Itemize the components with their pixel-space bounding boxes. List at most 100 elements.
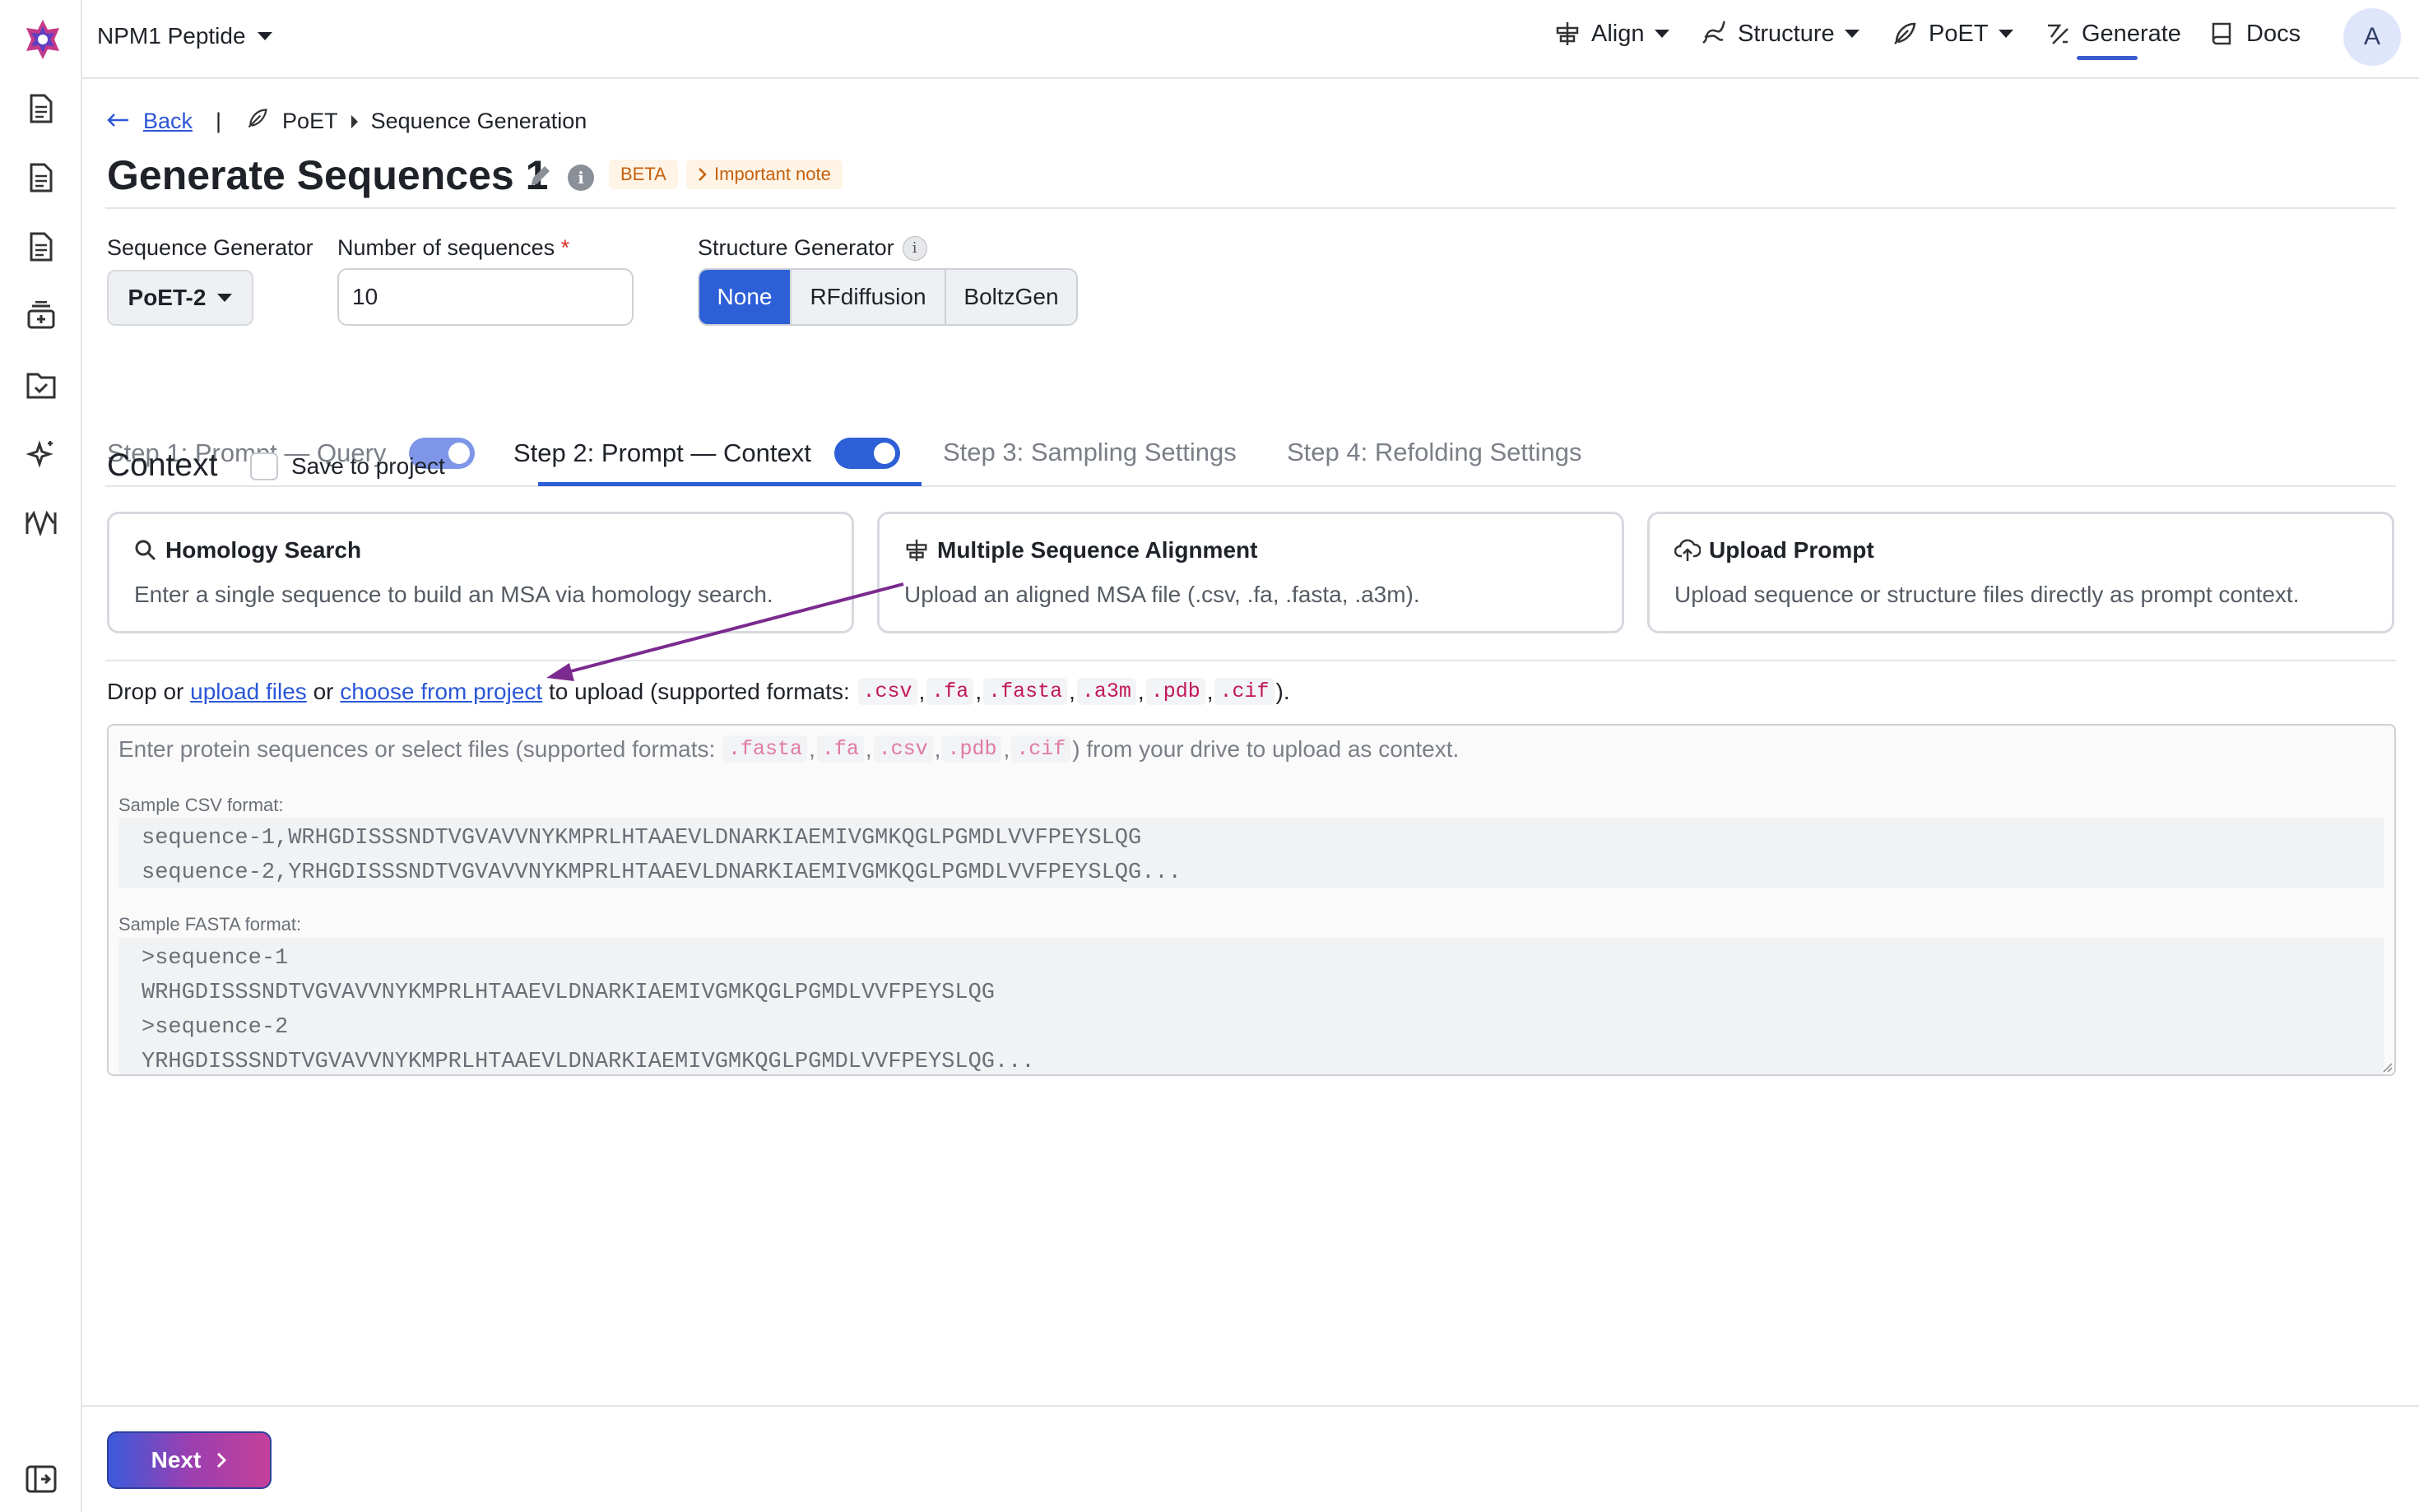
breadcrumb-section[interactable]: PoET <box>282 109 338 134</box>
chevron-down-icon <box>217 294 233 302</box>
book-icon <box>2208 20 2236 48</box>
msa-card[interactable]: Multiple Sequence Alignment Upload an al… <box>877 512 1624 633</box>
sequence-generator-label: Sequence Generator <box>107 235 313 260</box>
tab-step-2[interactable]: Step 2: Prompt — Context <box>513 438 900 469</box>
tab-step-3-label: Step 3: Sampling Settings <box>943 438 1237 466</box>
nav-active-indicator <box>2077 56 2138 60</box>
project-selector[interactable]: NPM1 Peptide <box>97 23 272 49</box>
cloud-upload-icon <box>1674 539 1701 561</box>
placeholder-prefix: Enter protein sequences or select files … <box>118 735 716 762</box>
app-logo-icon[interactable] <box>21 18 64 61</box>
format-code: .fa <box>816 735 864 763</box>
document-icon[interactable] <box>25 161 58 194</box>
main-content: Back | PoET Sequence Generation Generate… <box>82 79 2419 1512</box>
save-to-project-label[interactable]: Save to project <box>291 453 445 480</box>
chevron-right-icon <box>217 1452 227 1468</box>
structure-generator-label-text: Structure Generator <box>698 235 894 260</box>
drop-suffix: to upload (supported formats: <box>548 678 850 704</box>
structure-generator-toggle: None RFdiffusion BoltzGen <box>698 268 1078 326</box>
context-sequences-textarea[interactable]: Enter protein sequences or select files … <box>107 724 2396 1076</box>
folder-check-icon[interactable] <box>25 369 58 401</box>
tab-step-4[interactable]: Step 4: Refolding Settings <box>1287 438 1581 467</box>
format-code: .csv <box>857 678 917 705</box>
nav-structure-label: Structure <box>1738 20 1835 47</box>
sparkle-icon[interactable] <box>25 438 58 471</box>
step-2-toggle[interactable] <box>833 438 900 469</box>
sample-line: >sequence-2 <box>142 1015 289 1040</box>
format-code: .pdb <box>942 735 1002 763</box>
pencil-icon[interactable] <box>527 161 555 189</box>
beta-badge: BETA <box>609 160 678 189</box>
format-code: .csv <box>873 735 933 763</box>
homology-search-card[interactable]: Homology Search Enter a single sequence … <box>107 512 854 633</box>
drop-end: ). <box>1275 678 1290 704</box>
divider <box>105 207 2396 209</box>
tab-step-3[interactable]: Step 3: Sampling Settings <box>943 438 1237 467</box>
choose-from-project-link[interactable]: choose from project <box>340 679 542 705</box>
step-tabs: Step 1: Prompt — Query Step 2: Prompt — … <box>105 433 2396 487</box>
chevron-down-icon <box>257 32 272 40</box>
upload-prompt-card[interactable]: Upload Prompt Upload sequence or structu… <box>1647 512 2394 633</box>
info-icon[interactable]: i <box>902 235 927 261</box>
number-of-sequences-label: Number of sequences * <box>337 235 569 261</box>
card-description: Upload sequence or structure files direc… <box>1674 582 2300 607</box>
structure-generator-label: Structure Generator i <box>698 235 927 261</box>
card-title: Multiple Sequence Alignment <box>937 537 1258 563</box>
nav-generate[interactable]: Generate <box>2044 20 2181 48</box>
nav-structure[interactable]: Structure <box>1700 20 1860 48</box>
chevron-down-icon <box>1998 30 2013 38</box>
format-code: .fa <box>926 678 974 705</box>
upload-files-link[interactable]: upload files <box>190 679 307 705</box>
format-code: .cif <box>1011 735 1071 763</box>
format-code: .fasta <box>723 735 808 763</box>
generate-icon <box>2044 20 2072 48</box>
arrow-left-icon[interactable] <box>105 109 130 134</box>
sample-csv-label: Sample CSV format: <box>118 795 284 815</box>
nav-align[interactable]: Align <box>1553 20 1669 48</box>
drop-prefix: Drop or <box>107 678 184 704</box>
format-code: .cif <box>1214 678 1275 705</box>
expand-sidebar-icon[interactable] <box>25 1463 58 1496</box>
format-code: .a3m <box>1076 678 1136 705</box>
save-to-project-checkbox[interactable] <box>250 452 278 480</box>
chevron-right-icon <box>699 168 707 181</box>
active-tab-indicator <box>538 482 922 486</box>
nav-poet[interactable]: PoET <box>1891 20 2013 48</box>
nav-docs[interactable]: Docs <box>2208 20 2301 48</box>
structure-icon <box>1700 20 1728 48</box>
structure-option-none[interactable]: None <box>699 270 792 324</box>
next-button[interactable]: Next <box>107 1431 272 1489</box>
archive-add-icon[interactable] <box>25 299 58 332</box>
chevron-down-icon <box>1844 30 1860 38</box>
divider <box>105 660 2396 661</box>
document-icon[interactable] <box>25 230 58 263</box>
workflow-icon[interactable] <box>25 507 58 540</box>
left-sidebar <box>0 0 82 1512</box>
breadcrumb-separator: | <box>216 109 222 133</box>
tab-step-2-label: Step 2: Prompt — Context <box>513 438 811 467</box>
user-avatar[interactable]: A <box>2343 8 2401 66</box>
align-icon <box>906 539 927 562</box>
nav-align-label: Align <box>1591 20 1645 47</box>
info-icon[interactable]: i <box>568 165 594 191</box>
card-description: Upload an aligned MSA file (.csv, .fa, .… <box>904 582 1420 607</box>
textarea-placeholder: Enter protein sequences or select files … <box>118 735 1460 763</box>
nav-docs-label: Docs <box>2246 20 2301 47</box>
important-note-toggle[interactable]: Important note <box>686 160 843 189</box>
number-of-sequences-input[interactable]: 10 <box>337 268 634 326</box>
back-link[interactable]: Back <box>143 109 193 134</box>
card-title: Upload Prompt <box>1709 537 1874 563</box>
sample-fasta-label: Sample FASTA format: <box>118 914 302 935</box>
caret-right-icon <box>351 114 358 128</box>
resize-handle-icon[interactable] <box>2380 1060 2393 1073</box>
format-code: .fasta <box>983 678 1068 705</box>
placeholder-suffix: ) from your drive to upload as context. <box>1072 735 1460 762</box>
breadcrumb-page: Sequence Generation <box>370 109 587 133</box>
sequence-generator-select[interactable]: PoET-2 <box>107 270 253 326</box>
search-icon <box>135 540 156 561</box>
page-title: Generate Sequences 1 <box>107 152 549 198</box>
nav-poet-label: PoET <box>1929 20 1989 47</box>
structure-option-boltzgen[interactable]: BoltzGen <box>946 270 1076 324</box>
document-icon[interactable] <box>25 92 58 125</box>
structure-option-rfdiffusion[interactable]: RFdiffusion <box>792 270 946 324</box>
